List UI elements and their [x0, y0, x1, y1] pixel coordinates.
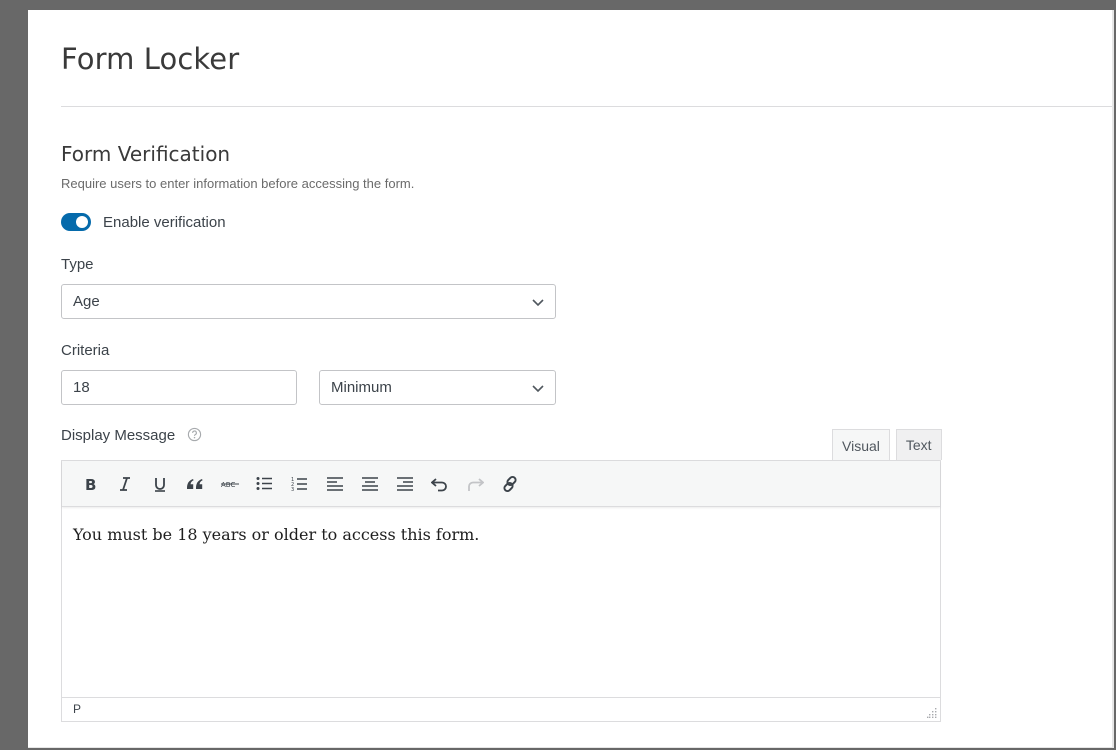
message-text: You must be 18 years or older to access …: [73, 525, 480, 544]
italic-icon: [119, 476, 130, 491]
align-left-icon: [326, 476, 343, 491]
align-right-button[interactable]: [387, 469, 422, 499]
chevron-down-icon: [532, 385, 544, 393]
strikethrough-button[interactable]: ABC: [212, 469, 247, 499]
type-select-value: Age: [73, 293, 100, 310]
enable-verification-label[interactable]: Enable verification: [103, 214, 226, 231]
italic-button[interactable]: [107, 469, 142, 499]
align-right-icon: [396, 476, 413, 491]
display-message-label-wrap: Display Message: [61, 427, 202, 444]
criteria-comparison-select[interactable]: Minimum: [319, 370, 556, 405]
form-locker-panel: Form Locker Form Verification Require us…: [28, 10, 1114, 748]
numbered-list-icon: 123: [291, 477, 307, 492]
tab-text[interactable]: Text: [895, 429, 942, 460]
toggle-knob: [76, 216, 88, 228]
redo-icon: [467, 477, 484, 491]
align-left-button[interactable]: [317, 469, 352, 499]
criteria-label: Criteria: [61, 342, 110, 359]
title-divider: [61, 106, 1112, 107]
editor-statusbar: P: [62, 697, 940, 721]
link-icon: [502, 475, 517, 492]
tab-visual[interactable]: Visual: [832, 429, 890, 461]
enable-verification-toggle[interactable]: [61, 213, 91, 231]
bold-button[interactable]: B: [72, 469, 107, 499]
numbered-list-button[interactable]: 123: [282, 469, 317, 499]
type-select[interactable]: Age: [61, 284, 556, 319]
criteria-value-input[interactable]: 18: [61, 370, 297, 405]
editor-tabs: Visual Text: [832, 429, 942, 461]
question-circle-icon[interactable]: [187, 427, 202, 442]
strikethrough-icon: ABC: [220, 481, 239, 489]
panel-bottom-border: [28, 747, 1112, 748]
message-editor: B ABC 123 You must be 18 years or older …: [61, 460, 941, 722]
underline-button[interactable]: [142, 469, 177, 499]
bulleted-list-button[interactable]: [247, 469, 282, 499]
editor-toolbar: B ABC 123: [62, 461, 940, 507]
bold-icon: B: [85, 476, 96, 492]
section-title: Form Verification: [61, 142, 231, 166]
svg-text:ABC: ABC: [221, 481, 235, 489]
undo-button[interactable]: [422, 469, 457, 499]
svg-text:3: 3: [291, 487, 294, 492]
criteria-comparison-value: Minimum: [331, 379, 392, 396]
undo-icon: [430, 477, 447, 491]
link-button[interactable]: [492, 469, 527, 499]
align-center-button[interactable]: [352, 469, 387, 499]
bullet-list-icon: [256, 477, 272, 490]
align-center-icon: [361, 476, 378, 491]
quote-icon: [186, 478, 203, 489]
page-title: Form Locker: [61, 42, 240, 76]
criteria-value: 18: [73, 379, 90, 396]
resize-handle-icon[interactable]: [927, 708, 937, 718]
redo-button[interactable]: [457, 469, 492, 499]
svg-text:B: B: [85, 476, 96, 492]
section-description: Require users to enter information befor…: [61, 176, 415, 191]
message-content-area[interactable]: You must be 18 years or older to access …: [62, 507, 940, 697]
display-message-label: Display Message: [61, 427, 176, 444]
element-path[interactable]: P: [73, 702, 81, 716]
type-label: Type: [61, 256, 94, 273]
chevron-down-icon: [532, 299, 544, 307]
blockquote-button[interactable]: [177, 469, 212, 499]
enable-verification-row: Enable verification: [61, 213, 226, 231]
underline-icon: [154, 477, 165, 492]
